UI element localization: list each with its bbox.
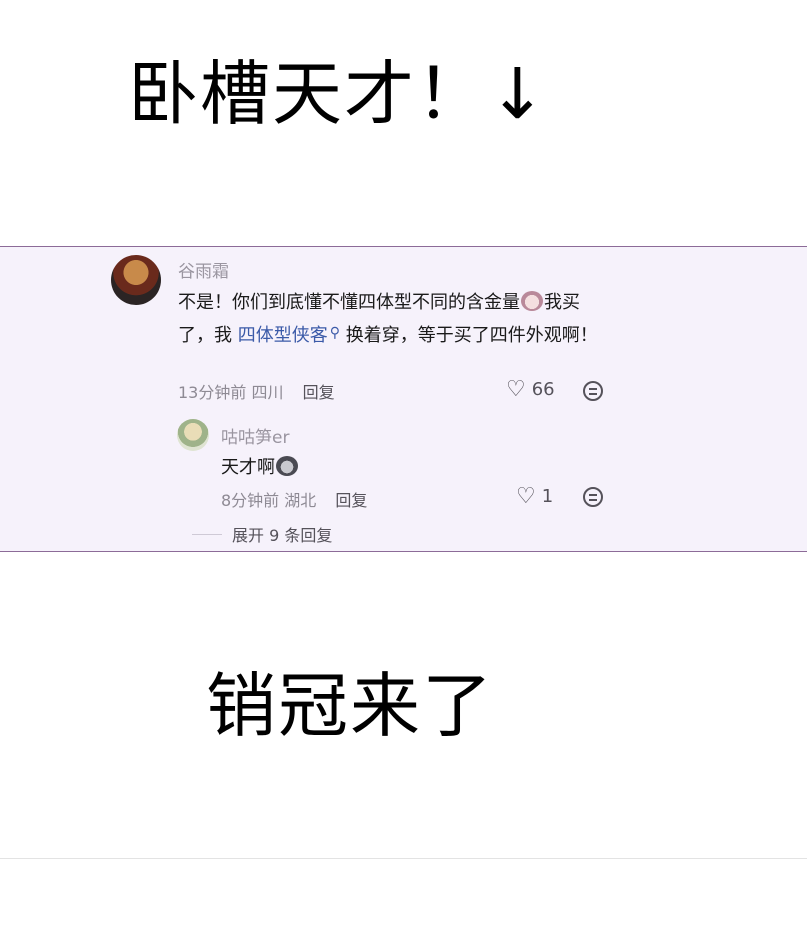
like-button[interactable]: ♡ 66 bbox=[506, 376, 555, 402]
comment-text-part3: 换着穿，等于买了四件外观啊！ bbox=[340, 325, 598, 346]
reply-meta: 8分钟前 湖北 回复 bbox=[221, 487, 367, 511]
emoji-face-icon[interactable] bbox=[583, 487, 603, 507]
reply-text: 天才啊 bbox=[221, 453, 299, 483]
reply-avatar[interactable] bbox=[177, 419, 209, 451]
comment-username[interactable]: 谷雨霜 bbox=[178, 257, 229, 282]
comment-location: 四川 bbox=[251, 383, 284, 402]
search-topic-icon: ⚲ bbox=[329, 325, 340, 341]
reply-like-count: 1 bbox=[541, 486, 554, 507]
comment-panel: 谷雨霜 不是！你们到底懂不懂四体型不同的含金量 我买了，我 四体型侠客 ⚲ 换着穿，… bbox=[0, 246, 807, 552]
expand-replies-button[interactable]: 展开 9 条回复 bbox=[192, 522, 332, 546]
reply-reply-button[interactable]: 回复 bbox=[335, 491, 367, 510]
cat-emoji-icon bbox=[521, 291, 543, 311]
reply-location: 湖北 bbox=[284, 491, 317, 510]
comment-text-part1: 不是！你们到底懂不懂四体型不同的含金量 bbox=[178, 292, 520, 313]
divider bbox=[192, 533, 222, 535]
comment-meta: 13分钟前 四川 回复 bbox=[178, 379, 335, 403]
emoji-face-icon[interactable] bbox=[583, 381, 603, 401]
avatar[interactable] bbox=[111, 255, 161, 305]
heart-icon: ♡ bbox=[506, 376, 526, 402]
cat-emoji-icon bbox=[276, 456, 298, 476]
topic-link[interactable]: 四体型侠客 bbox=[238, 325, 328, 346]
bottom-caption: 销冠来了 bbox=[206, 665, 494, 747]
reply-text-content: 天才啊 bbox=[221, 457, 275, 478]
top-caption: 卧槽天才！↓ bbox=[128, 53, 549, 135]
reply-username[interactable]: 咕咕笋er bbox=[221, 423, 289, 448]
comment-text: 不是！你们到底懂不懂四体型不同的含金量 我买了，我 四体型侠客 ⚲ 换着穿，等于买了… bbox=[178, 287, 608, 351]
divider bbox=[0, 858, 807, 859]
reply-like-button[interactable]: ♡ 1 bbox=[516, 483, 554, 509]
like-count: 66 bbox=[531, 379, 555, 400]
comment-time: 13分钟前 bbox=[178, 383, 247, 402]
expand-replies-label: 展开 9 条回复 bbox=[232, 526, 333, 545]
reply-time: 8分钟前 bbox=[221, 491, 280, 510]
heart-icon: ♡ bbox=[516, 483, 536, 509]
reply-button[interactable]: 回复 bbox=[303, 383, 335, 402]
